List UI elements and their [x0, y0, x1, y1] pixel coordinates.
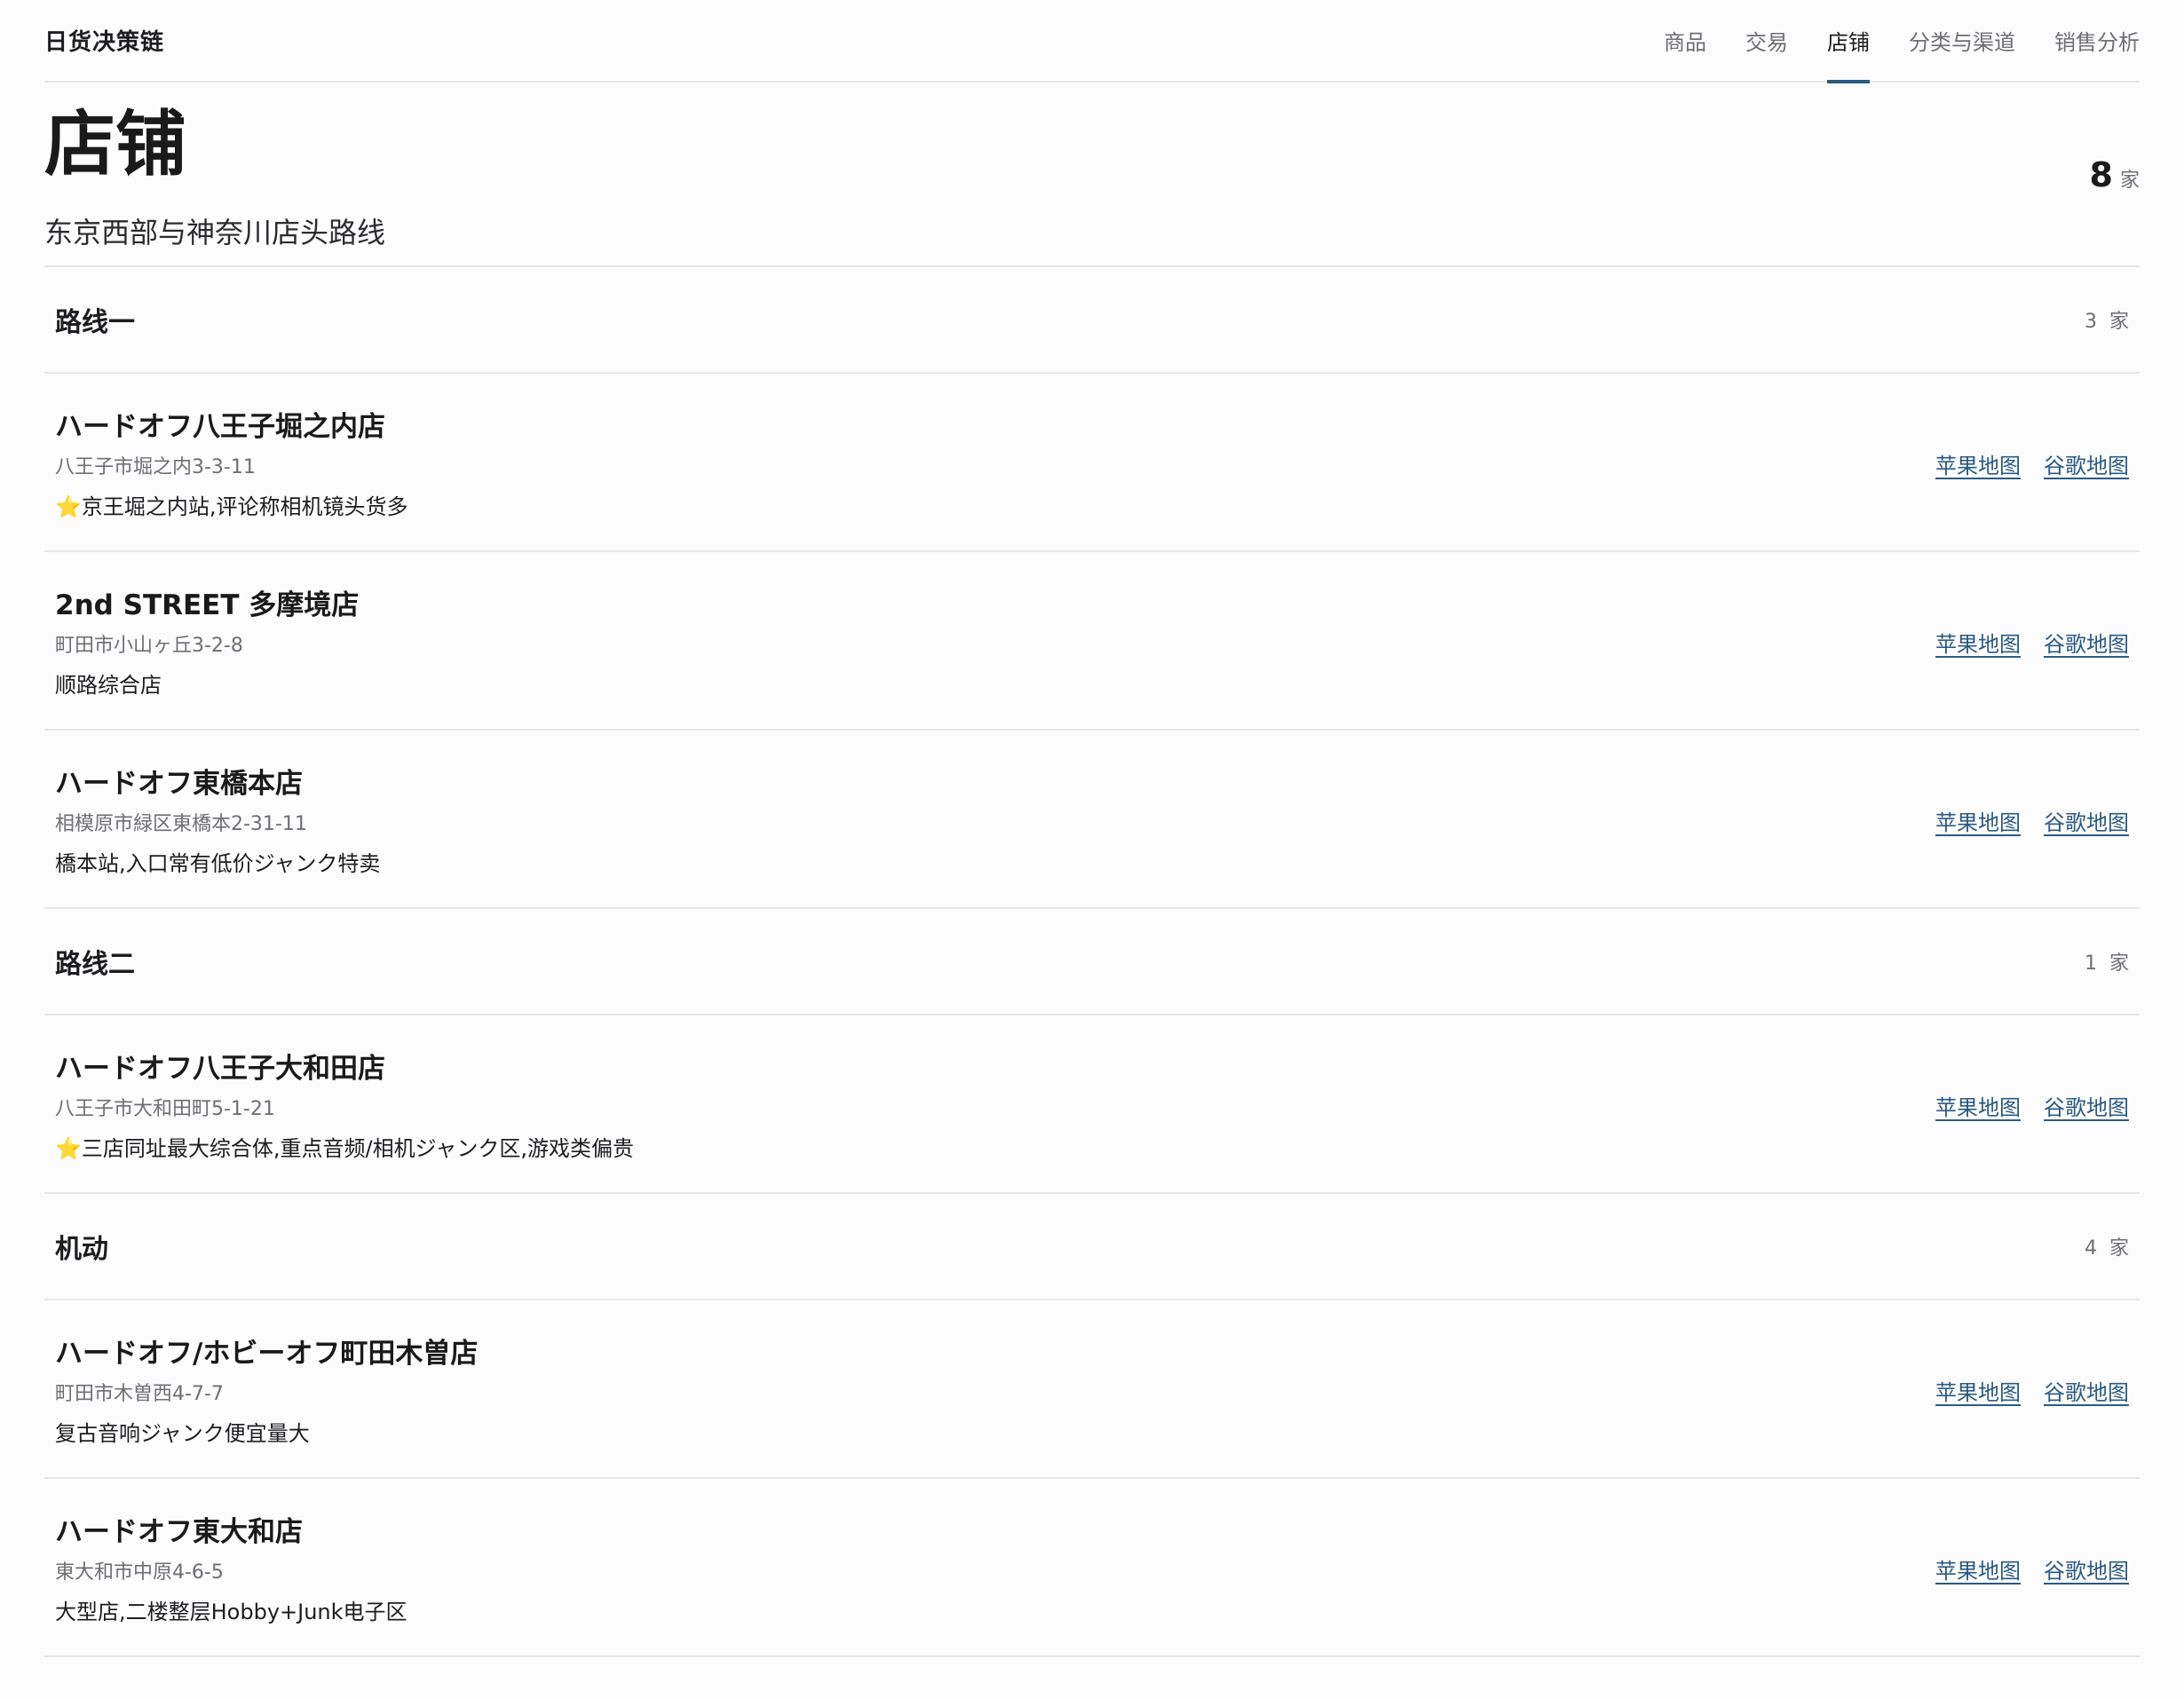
google-maps-link[interactable]: 谷歌地图 — [2044, 805, 2129, 836]
store-address: 八王子市大和田町5-1-21 — [55, 1098, 275, 1120]
apple-maps-link[interactable]: 苹果地图 — [1935, 1090, 2021, 1121]
google-maps-link[interactable]: 谷歌地图 — [2044, 1375, 2129, 1406]
store-note: 顺路综合店 — [55, 673, 162, 698]
store-name: ハードオフ東大和店 — [55, 1516, 303, 1548]
apple-maps-link[interactable]: 苹果地图 — [1935, 1375, 2021, 1406]
store-name: ハードオフ東橋本店 — [55, 768, 303, 800]
map-links: 苹果地图 谷歌地图 — [1912, 1090, 2129, 1121]
nav-item-transactions[interactable]: 交易 — [1745, 0, 1788, 82]
map-links: 苹果地图 谷歌地图 — [1912, 627, 2129, 658]
route-group-count: 4家 — [2085, 1232, 2129, 1260]
nav-item-categories-channels[interactable]: 分类与渠道 — [1909, 0, 2015, 82]
google-maps-link[interactable]: 谷歌地图 — [2044, 1553, 2129, 1584]
route-group-count-number: 1 — [2084, 952, 2097, 975]
map-links: 苹果地图 谷歌地图 — [1912, 1553, 2129, 1584]
store-note: ⭐京王堀之内站,评论称相机镜头货多 — [55, 494, 408, 519]
page-header: 店铺 东京西部与神奈川店头路线 8 家 — [44, 83, 2140, 267]
store-address: 町田市小山ヶ丘3-2-8 — [55, 635, 243, 657]
store-note: 大型店,二楼整层Hobby+Junk电子区 — [55, 1600, 408, 1624]
google-maps-link[interactable]: 谷歌地图 — [2044, 1090, 2129, 1121]
nav-item-stores[interactable]: 店铺 — [1827, 0, 1870, 83]
route-group-header: 机动 4 家 — [44, 1194, 2140, 1300]
route-group-count-number: 4 — [2084, 1237, 2097, 1260]
store-total-count: 8 家 — [2090, 155, 2140, 194]
main-nav: 商品 交易 店铺 分类与渠道 销售分析 — [1625, 0, 2140, 83]
store-address: 町田市木曽西4-7-7 — [55, 1383, 224, 1405]
store-address: 東大和市中原4-6-5 — [55, 1561, 224, 1584]
store-row: ハードオフ八王子堀之内店八王子市堀之内3-3-11 ⭐京王堀之内站,评论称相机镜头… — [44, 374, 2140, 552]
store-groups: 路线一 3 家ハードオフ八王子堀之内店 八王子市堀之内3-3-11 ⭐京王堀之内站,评论… — [44, 267, 2140, 1657]
store-note: 复古音响ジャンク便宜量大 — [55, 1421, 310, 1446]
route-group-count: 1家 — [2085, 947, 2129, 976]
route-group-title: 路线二 — [55, 949, 135, 980]
route-group-count: 3家 — [2085, 305, 2129, 334]
store-name: 2nd STREET 多摩境店 — [55, 589, 360, 621]
route-group-title: 路线一 — [55, 307, 135, 338]
store-row: ハードオフ/ホビーオフ町田木曽店町田市木曽西4-7-7 复古音响ジャンク便宜量大 苹… — [44, 1300, 2140, 1479]
apple-maps-link[interactable]: 苹果地图 — [1935, 627, 2021, 658]
google-maps-link[interactable]: 谷歌地图 — [2044, 448, 2129, 479]
route-group-count-number: 3 — [2084, 311, 2097, 333]
nav-item-sales-analysis[interactable]: 销售分析 — [2054, 0, 2140, 82]
store-row: ハードオフ東橋本店相模原市緑区東橋本2-31-11 橋本站,入口常有低价ジャンク特… — [44, 731, 2140, 909]
page-title: 店铺 — [44, 103, 186, 186]
store-row: ハードオフ八王子大和田店八王子市大和田町5-1-21 ⭐三店同址最大综合体,重点音… — [44, 1015, 2140, 1194]
apple-maps-link[interactable]: 苹果地图 — [1935, 805, 2021, 836]
map-links: 苹果地图 谷歌地图 — [1912, 805, 2129, 836]
route-group-count-unit: 家 — [2109, 952, 2129, 975]
page: 日货决策链 商品 交易 店铺 分类与渠道 销售分析 店铺 东京西部与神奈川店头路… — [44, 0, 2140, 1699]
store-note: ⭐三店同址最大综合体,重点音频/相机ジャンク区,游戏类偏贵 — [55, 1136, 635, 1161]
store-total-unit: 家 — [2119, 170, 2140, 192]
route-group-count-unit: 家 — [2109, 311, 2129, 333]
route-group-count-unit: 家 — [2109, 1237, 2129, 1260]
apple-maps-link[interactable]: 苹果地图 — [1935, 448, 2021, 479]
store-name: ハードオフ八王子大和田店 — [55, 1053, 385, 1085]
store-name: ハードオフ/ホビーオフ町田木曽店 — [55, 1338, 479, 1370]
store-row: 2nd STREET 多摩境店町田市小山ヶ丘3-2-8 顺路综合店 苹果地图 谷歌地图 — [44, 552, 2140, 731]
nav-item-products[interactable]: 商品 — [1664, 0, 1706, 82]
brand-logo[interactable]: 日货决策链 — [44, 24, 164, 57]
store-address: 八王子市堀之内3-3-11 — [55, 456, 256, 478]
top-bar: 日货决策链 商品 交易 店铺 分类与渠道 销售分析 — [44, 0, 2140, 83]
google-maps-link[interactable]: 谷歌地图 — [2044, 627, 2129, 658]
map-links: 苹果地图 谷歌地图 — [1912, 448, 2129, 479]
store-row: ハードオフ東大和店東大和市中原4-6-5 大型店,二楼整层Hobby+Junk电子… — [44, 1479, 2140, 1657]
store-address: 相模原市緑区東橋本2-31-11 — [55, 813, 307, 835]
store-note: 橋本站,入口常有低价ジャンク特卖 — [55, 851, 381, 876]
route-group-header: 路线一 3 家 — [44, 267, 2140, 374]
apple-maps-link[interactable]: 苹果地图 — [1935, 1553, 2021, 1584]
route-group-header: 路线二 1 家 — [44, 909, 2140, 1015]
page-subtitle: 东京西部与神奈川店头路线 — [44, 216, 386, 249]
store-total-number: 8 — [2089, 155, 2113, 194]
store-name: ハードオフ八王子堀之内店 — [55, 411, 385, 443]
map-links: 苹果地图 谷歌地图 — [1912, 1375, 2129, 1406]
route-group-title: 机动 — [55, 1234, 108, 1265]
